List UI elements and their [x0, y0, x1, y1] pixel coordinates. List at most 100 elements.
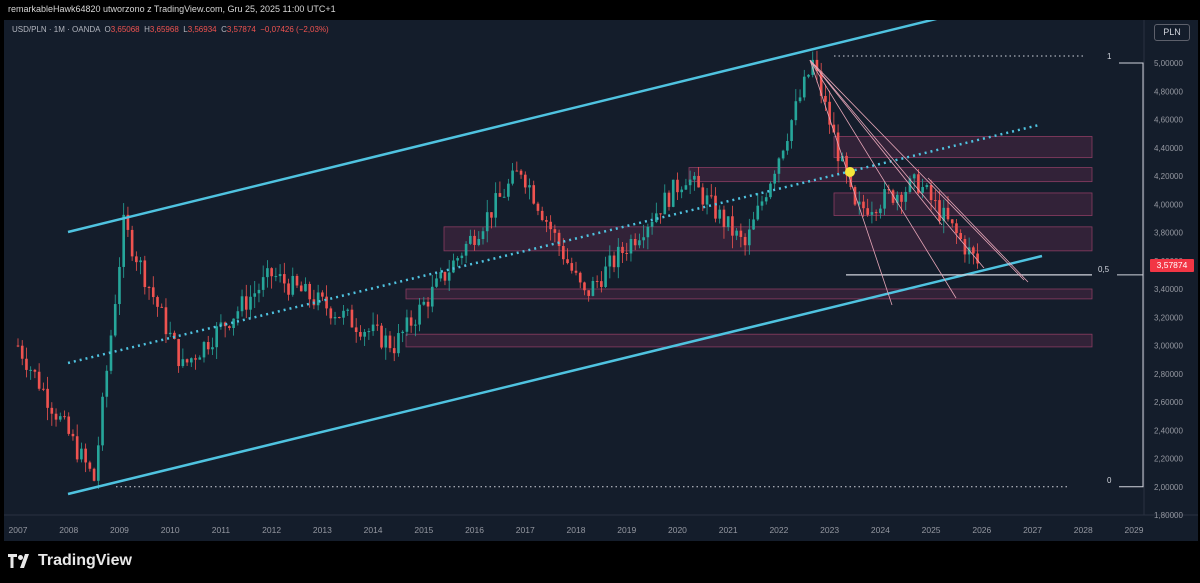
- candle-body: [743, 236, 747, 246]
- candle-body: [42, 388, 45, 390]
- x-tick-label: 2028: [1074, 525, 1093, 535]
- y-tick-label: 3,40000: [1154, 285, 1183, 294]
- candle-body: [549, 221, 552, 230]
- candle-body: [870, 212, 874, 215]
- candle-body: [130, 229, 134, 257]
- candle-body: [409, 317, 413, 326]
- candle-body: [574, 270, 578, 273]
- candle-body: [659, 213, 662, 215]
- legend-change: −0,07426 (−2,03%): [260, 25, 329, 34]
- y-tick-label: 4,60000: [1154, 116, 1183, 125]
- y-tick-label: 2,80000: [1154, 370, 1183, 379]
- candle-body: [384, 335, 388, 348]
- x-tick-label: 2023: [820, 525, 839, 535]
- candle-body: [735, 230, 738, 236]
- tradingview-footer: TradingView: [8, 552, 132, 570]
- channel-upper-line: [67, 16, 941, 234]
- candle-body: [113, 304, 117, 336]
- candle-body: [824, 95, 827, 102]
- candle-body: [879, 208, 882, 214]
- chart-panel[interactable]: 1 0,5 0 5,00000 4,80000 4,60000 4,40000 4,2000…: [4, 16, 1198, 541]
- highlight-marker: [845, 167, 855, 177]
- candle-body: [354, 327, 358, 333]
- candle-body: [507, 183, 510, 197]
- candle-body: [748, 229, 751, 246]
- candle-body: [752, 219, 755, 230]
- candle-body: [760, 201, 764, 206]
- candle-body: [807, 74, 810, 77]
- candle-body: [211, 347, 214, 350]
- candle-body: [781, 150, 785, 159]
- candle-body: [160, 306, 164, 308]
- tradingview-logo-icon: [8, 554, 29, 568]
- candle-body: [625, 252, 629, 254]
- candle-body: [122, 214, 125, 267]
- candle-body: [321, 292, 324, 297]
- candle-body: [299, 285, 303, 292]
- candle-body: [168, 332, 172, 335]
- chart-svg[interactable]: 1 0,5 0 5,00000 4,80000 4,60000 4,40000 4,2000…: [4, 16, 1198, 541]
- candle-body: [33, 369, 37, 372]
- price-zone: [405, 288, 1093, 300]
- x-tick-label: 2010: [161, 525, 180, 535]
- candle-body: [777, 158, 781, 174]
- candle-body: [418, 304, 421, 325]
- y-tick-label: 3,80000: [1154, 229, 1183, 238]
- candle-body: [287, 283, 290, 295]
- candle-body: [88, 462, 92, 469]
- candle-body: [912, 174, 916, 179]
- candle-body: [422, 301, 426, 305]
- candle-body: [498, 193, 502, 197]
- symbol-legend: USD/PLN · 1M · OANDA O3,65068 H3,65968 L…: [12, 25, 329, 34]
- candle-body: [337, 317, 341, 319]
- candle-body: [955, 223, 958, 234]
- y-tick-label: 2,40000: [1154, 426, 1183, 435]
- y-tick-label: 4,20000: [1154, 172, 1183, 181]
- x-tick-label: 2008: [59, 525, 78, 535]
- candle-body: [671, 179, 675, 207]
- candle-body: [135, 256, 138, 263]
- candle-body: [515, 170, 519, 172]
- brand-name: TradingView: [38, 552, 132, 569]
- candle-body: [802, 76, 806, 98]
- candle-body: [426, 301, 430, 307]
- candle-body: [456, 258, 459, 261]
- candle-body: [359, 332, 362, 337]
- candle-body: [925, 185, 929, 188]
- candle-body: [240, 296, 244, 312]
- fib-label: 1: [1107, 52, 1112, 61]
- candle-body: [92, 468, 96, 481]
- candle-body: [684, 185, 688, 190]
- candle-body: [786, 141, 789, 151]
- candle-body: [638, 240, 641, 246]
- candle-body: [342, 310, 345, 318]
- last-price-badge: 3,57874: [1150, 259, 1194, 272]
- candle-body: [388, 335, 392, 349]
- candle-body: [215, 326, 218, 348]
- x-tick-label: 2011: [212, 525, 231, 535]
- candle-body: [295, 275, 299, 286]
- price-zone: [405, 333, 1093, 348]
- candle-body: [726, 216, 730, 228]
- candle-body: [709, 195, 713, 197]
- candle-body: [680, 189, 683, 193]
- candle-body: [469, 235, 472, 244]
- currency-badge[interactable]: PLN: [1154, 24, 1190, 41]
- x-tick-label: 2024: [871, 525, 890, 535]
- candle-body: [959, 233, 962, 240]
- candle-body: [29, 369, 32, 371]
- candle-body: [794, 101, 798, 121]
- candle-body: [452, 260, 455, 273]
- candle-body: [929, 185, 933, 201]
- candle-body: [435, 278, 438, 287]
- candle-body: [629, 238, 633, 254]
- candle-body: [587, 290, 590, 296]
- candle-body: [261, 277, 265, 290]
- candle-body: [151, 287, 155, 298]
- candle-body: [697, 175, 700, 188]
- legend-l-value: 3,56934: [187, 25, 217, 34]
- y-tick-label: 4,80000: [1154, 87, 1183, 96]
- legend-c-value: 3,57874: [226, 25, 256, 34]
- candle-body: [54, 413, 58, 420]
- candle-body: [646, 226, 650, 238]
